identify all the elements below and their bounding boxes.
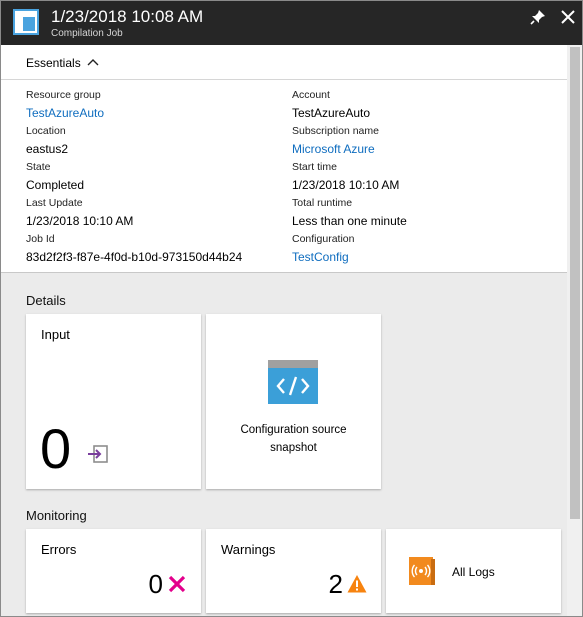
input-count: 0	[40, 417, 72, 480]
essentials-last-update: Last Update 1/23/2018 10:10 AM	[26, 197, 133, 229]
essentials-key: Account	[292, 89, 330, 101]
error-x-icon	[168, 575, 186, 593]
essentials-key: Job Id	[26, 233, 55, 245]
snapshot-label: Configuration source snapshot	[206, 421, 381, 457]
essentials-key: State	[26, 161, 51, 173]
essentials-toggle[interactable]: Essentials	[26, 56, 81, 70]
essentials-value: Completed	[26, 178, 85, 192]
pin-icon[interactable]	[529, 8, 547, 26]
errors-count-row: 0	[149, 569, 187, 599]
essentials-grid: Resource group TestAzureAuto Location ea…	[1, 81, 567, 271]
essentials-configuration: Configuration TestConfig	[292, 233, 354, 265]
code-snapshot-icon	[268, 360, 318, 404]
snapshot-label-line1: Configuration source	[240, 424, 347, 436]
essentials-resource-group: Resource group TestAzureAuto	[26, 89, 104, 121]
essentials-value: 1/23/2018 10:10 AM	[292, 178, 400, 192]
all-logs-tile[interactable]: All Logs	[386, 529, 561, 613]
essentials-job-id: Job Id 83d2f2f3-f87e-4f0d-b10d-973150d44…	[26, 233, 242, 265]
blade-header: 1/23/2018 10:08 AM Compilation Job	[1, 1, 582, 45]
subscription-link[interactable]: Microsoft Azure	[292, 141, 379, 157]
blade-title: 1/23/2018 10:08 AM	[51, 7, 204, 26]
errors-tile-title: Errors	[41, 542, 77, 557]
chevron-up-icon[interactable]	[87, 57, 99, 67]
details-heading: Details	[26, 293, 66, 308]
vertical-scrollbar[interactable]	[567, 45, 582, 616]
configuration-link[interactable]: TestConfig	[292, 249, 354, 265]
resource-group-link[interactable]: TestAzureAuto	[26, 105, 104, 121]
blade-window: 1/23/2018 10:08 AM Compilation Job Essen…	[0, 0, 583, 617]
essentials-account: Account TestAzureAuto	[292, 89, 370, 121]
warnings-tile[interactable]: Warnings 2	[206, 529, 381, 613]
warnings-tile-title: Warnings	[221, 542, 276, 557]
input-arrow-icon	[88, 445, 108, 463]
essentials-key: Location	[26, 125, 66, 137]
configuration-snapshot-tile[interactable]: Configuration source snapshot	[206, 314, 381, 489]
essentials-value: TestAzureAuto	[292, 106, 371, 120]
essentials-subscription: Subscription name Microsoft Azure	[292, 125, 379, 157]
input-tile-title: Input	[41, 327, 70, 342]
essentials-state: State Completed	[26, 161, 84, 193]
monitoring-heading: Monitoring	[26, 508, 87, 523]
essentials-key: Subscription name	[292, 125, 379, 137]
errors-tile[interactable]: Errors 0	[26, 529, 201, 613]
essentials-key: Resource group	[26, 89, 101, 101]
input-tile[interactable]: Input 0	[26, 314, 201, 489]
essentials-value: eastus2	[26, 142, 69, 156]
essentials-key: Start time	[292, 161, 337, 173]
warnings-count-row: 2	[329, 569, 367, 599]
essentials-value: 1/23/2018 10:10 AM	[26, 214, 134, 228]
essentials-bar[interactable]: Essentials	[1, 45, 567, 80]
essentials-key: Last Update	[26, 197, 83, 209]
all-logs-label: All Logs	[452, 565, 495, 579]
errors-count: 0	[148, 569, 163, 599]
warning-triangle-icon	[347, 575, 367, 593]
essentials-start-time: Start time 1/23/2018 10:10 AM	[292, 161, 399, 193]
warnings-count: 2	[328, 569, 343, 599]
logs-book-icon	[409, 557, 435, 585]
snapshot-label-line2: snapshot	[270, 442, 317, 454]
essentials-key: Total runtime	[292, 197, 353, 209]
blade-subtitle: Compilation Job	[51, 28, 123, 39]
content-area: Details Input 0 Configuration source sna…	[1, 273, 567, 616]
essentials-key: Configuration	[292, 233, 355, 245]
blade-icon	[13, 9, 39, 35]
essentials-value: 83d2f2f3-f87e-4f0d-b10d-973150d44b24	[26, 250, 243, 264]
scrollbar-thumb[interactable]	[570, 47, 580, 519]
essentials-value: Less than one minute	[292, 214, 407, 228]
essentials-location: Location eastus2	[26, 125, 68, 157]
essentials-total-runtime: Total runtime Less than one minute	[292, 197, 407, 229]
close-icon[interactable]	[559, 8, 577, 26]
